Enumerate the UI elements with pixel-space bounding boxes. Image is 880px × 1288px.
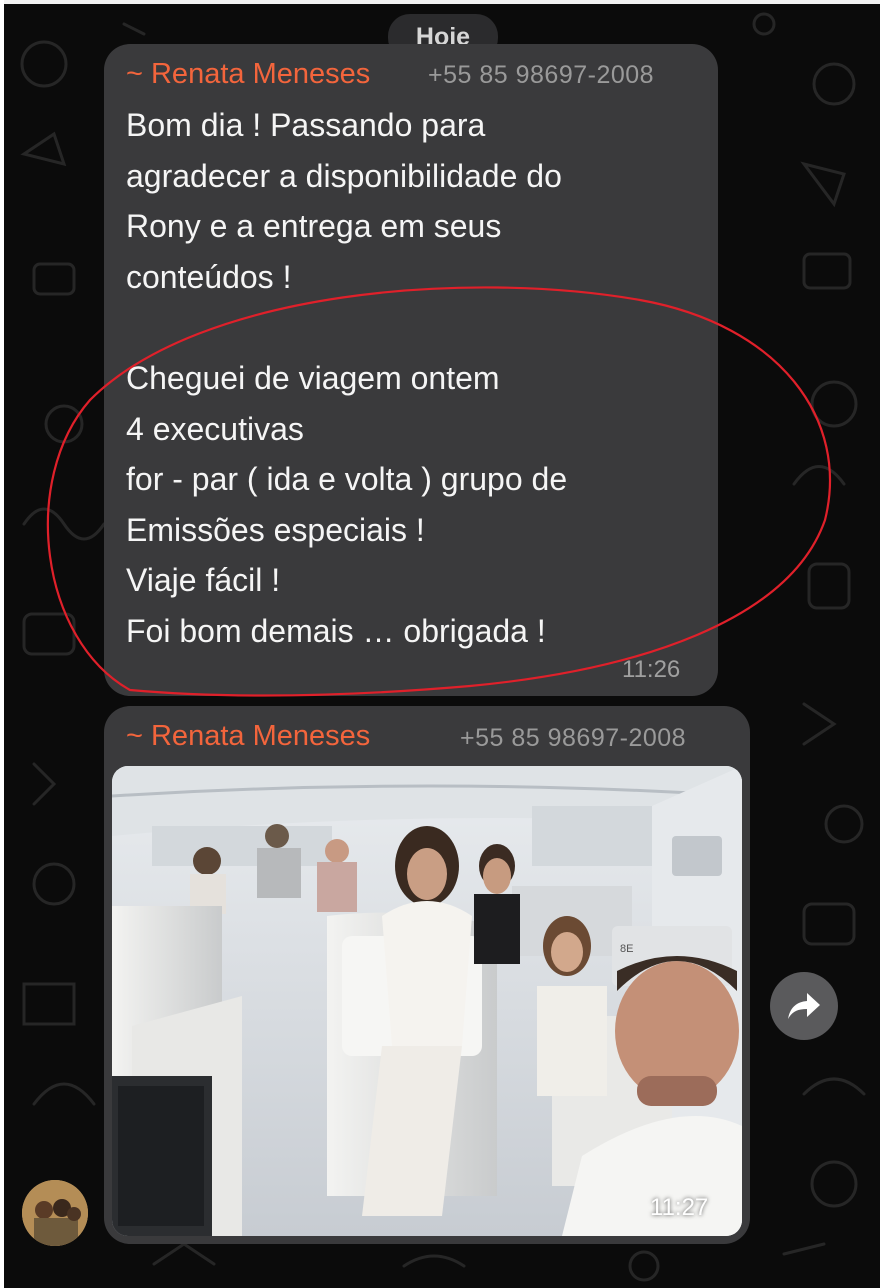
user-avatar[interactable] bbox=[22, 1180, 88, 1246]
sender-phone[interactable]: +55 85 98697-2008 bbox=[428, 61, 654, 90]
message-time: 11:26 bbox=[622, 656, 681, 683]
photo-attachment[interactable]: 7D 8E bbox=[112, 766, 742, 1236]
avatar-image bbox=[22, 1180, 88, 1246]
forward-button[interactable] bbox=[770, 972, 838, 1040]
sender-name[interactable]: ~ Renata Meneses bbox=[126, 58, 370, 91]
sender-phone[interactable]: +55 85 98697-2008 bbox=[460, 724, 686, 753]
sender-name[interactable]: ~ Renata Meneses bbox=[126, 720, 370, 753]
forward-arrow-icon bbox=[788, 993, 820, 1019]
seat-label-8e: 8E bbox=[620, 943, 633, 955]
message-text: Bom dia ! Passando para agradecer a disp… bbox=[126, 107, 568, 649]
photo-time: 11:27 bbox=[650, 1194, 709, 1221]
airplane-cabin-photo: 7D 8E bbox=[112, 766, 742, 1236]
